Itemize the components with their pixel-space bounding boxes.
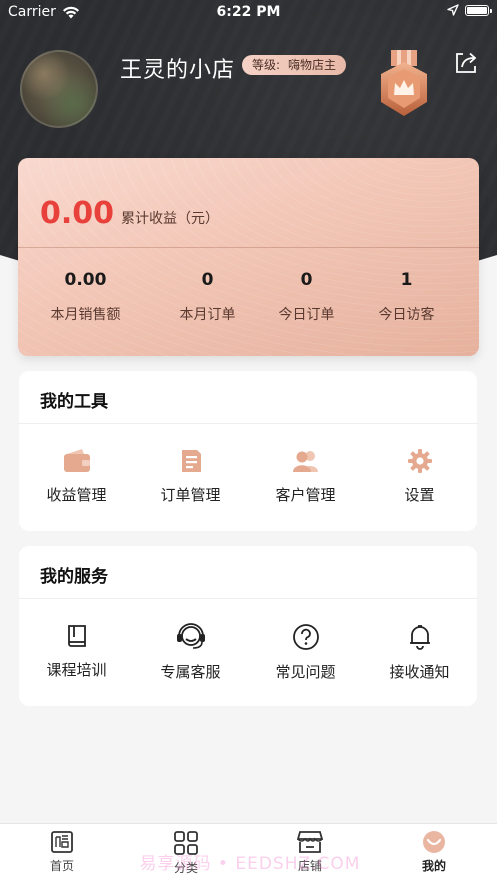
battery-icon <box>465 4 492 16</box>
services-divider <box>19 598 477 599</box>
stat-value: 1 <box>400 270 413 290</box>
book-icon <box>67 625 86 647</box>
tools-divider <box>19 423 477 424</box>
stat-month-orders: 0 本月订单 <box>150 270 265 324</box>
status-time: 6:22 PM <box>216 4 281 20</box>
home-icon <box>51 831 73 853</box>
tool-label: 课程培训 <box>46 661 107 679</box>
tool-customer-management[interactable]: 客户管理 <box>248 448 363 505</box>
shop-name: 王灵的小店 <box>120 58 236 83</box>
tool-label: 专属客服 <box>160 663 221 681</box>
status-right <box>447 4 492 16</box>
tools-title: 我的工具 <box>40 392 108 412</box>
share-icon[interactable] <box>453 50 479 76</box>
status-bar: Carrier 6:22 PM <box>0 0 497 26</box>
stat-label: 本月订单 <box>179 307 236 323</box>
location-arrow-icon <box>447 4 459 16</box>
tool-earnings-management[interactable]: 收益管理 <box>19 448 134 505</box>
service-notifications[interactable]: 接收通知 <box>362 623 477 682</box>
stat-month-sales: 0.00 本月销售额 <box>28 270 143 324</box>
tool-settings[interactable]: 设置 <box>362 448 477 505</box>
customers-icon <box>292 451 318 472</box>
tab-store[interactable]: 店铺 <box>248 830 372 874</box>
stat-label: 今日订单 <box>278 307 335 323</box>
grid-icon <box>174 831 198 855</box>
store-icon <box>297 831 323 853</box>
service-faq[interactable]: 常见问题 <box>248 623 363 682</box>
order-document-icon <box>181 450 201 472</box>
tool-label: 常见问题 <box>275 663 336 681</box>
avatar[interactable] <box>20 50 98 128</box>
stat-today-visitors: 1 今日访客 <box>349 270 464 324</box>
stat-today-orders: 0 今日订单 <box>249 270 364 324</box>
level-value: 嗨物店主 <box>288 58 337 72</box>
level-badge: 等级: 嗨物店主 <box>242 55 347 75</box>
total-earnings-label: 累计收益（元） <box>121 211 219 227</box>
level-label: 等级: <box>252 58 281 72</box>
tab-label: 首页 <box>49 859 74 873</box>
tab-label: 分类 <box>173 861 198 875</box>
stat-value: 0 <box>201 270 214 290</box>
services-title: 我的服务 <box>40 567 108 587</box>
stat-value: 0 <box>300 270 313 290</box>
bell-icon <box>409 625 430 650</box>
tool-label: 订单管理 <box>160 486 221 504</box>
profile-icon <box>423 831 445 853</box>
medal-icon <box>381 50 427 116</box>
tool-label: 接收通知 <box>389 663 450 681</box>
total-earnings-value: 0.00 <box>40 196 115 231</box>
stat-value: 0.00 <box>64 270 107 290</box>
tab-home[interactable]: 首页 <box>0 830 124 874</box>
tool-label: 设置 <box>404 486 435 504</box>
wallet-icon <box>63 449 90 472</box>
service-course-training[interactable]: 课程培训 <box>19 623 134 680</box>
tool-label: 收益管理 <box>46 486 107 504</box>
earnings-divider <box>18 247 479 248</box>
stat-label: 本月销售额 <box>50 307 121 323</box>
tab-category[interactable]: 分类 <box>124 830 248 876</box>
earnings-card: 0.00 累计收益（元） 0.00 本月销售额 0 本月订单 0 今日订单 1 … <box>18 158 479 356</box>
tool-label: 客户管理 <box>275 486 336 504</box>
tool-order-management[interactable]: 订单管理 <box>133 448 248 505</box>
tools-card: 我的工具 收益管理 订单管理 客户管理 设置 <box>19 371 477 531</box>
gear-icon <box>407 449 432 473</box>
stat-label: 今日访客 <box>378 307 435 323</box>
tab-label: 我的 <box>421 859 446 873</box>
tab-label: 店铺 <box>297 859 322 873</box>
services-card: 我的服务 课程培训 专属客服 常见问题 接收通知 <box>19 546 477 706</box>
question-icon <box>292 624 319 650</box>
tab-mine[interactable]: 我的 <box>372 830 496 874</box>
service-customer-support[interactable]: 专属客服 <box>133 623 248 682</box>
headset-icon <box>176 623 205 649</box>
tab-bar: 首页 分类 店铺 我的 <box>0 823 497 883</box>
